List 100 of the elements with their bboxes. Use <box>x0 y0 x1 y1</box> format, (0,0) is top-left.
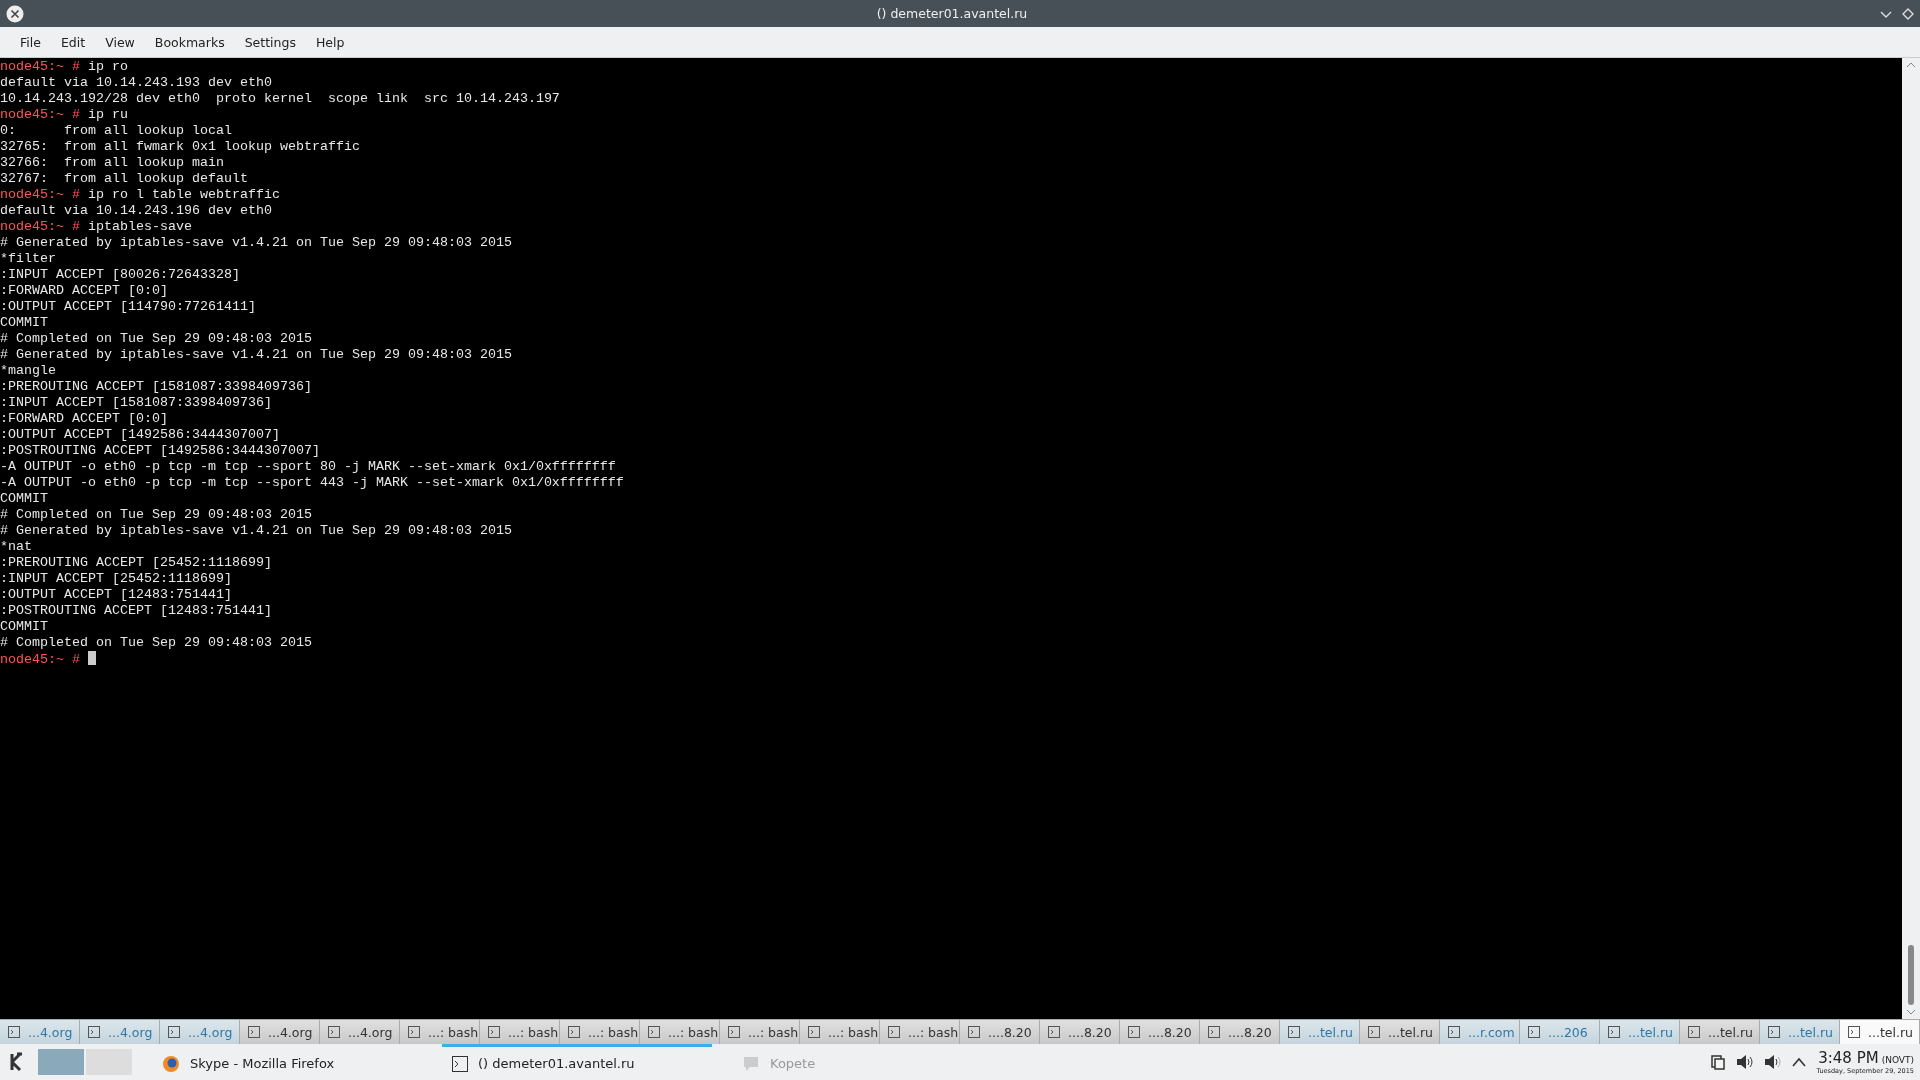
session-tab[interactable]: ...: bash <box>400 1020 480 1044</box>
scroll-down-icon[interactable] <box>1906 1009 1916 1015</box>
menu-item[interactable]: Settings <box>234 34 306 50</box>
terminal-icon <box>1128 1026 1140 1038</box>
menu-item[interactable]: View <box>95 34 145 50</box>
scrollbar[interactable] <box>1902 58 1920 1019</box>
output-line: -A OUTPUT -o eth0 -p tcp -m tcp --sport 443 -j MARK --set-xmark 0x1/0xffffffff <box>0 475 624 490</box>
session-tab[interactable]: ...: bash <box>720 1020 800 1044</box>
output-line: :OUTPUT ACCEPT [12483:751441] <box>0 587 232 602</box>
terminal-icon <box>168 1026 180 1038</box>
desktop-pager-cell[interactable] <box>38 1049 84 1075</box>
output-line: :PREROUTING ACCEPT [1581087:3398409736] <box>0 379 312 394</box>
terminal-icon <box>888 1026 900 1038</box>
terminal-icon <box>1368 1026 1380 1038</box>
terminal-icon <box>1288 1026 1300 1038</box>
speaker-icon[interactable] <box>1764 1054 1783 1070</box>
session-tab[interactable]: ...: bash <box>880 1020 960 1044</box>
terminal-icon <box>1208 1026 1220 1038</box>
session-tab[interactable]: ...tel.ru <box>1760 1020 1840 1044</box>
terminal-icon <box>648 1026 660 1038</box>
text-cursor <box>88 651 96 665</box>
session-tab[interactable]: ...: bash <box>800 1020 880 1044</box>
output-line: :INPUT ACCEPT [25452:1118699] <box>0 571 232 586</box>
shell-prompt: node45:~ # <box>0 187 80 202</box>
menu-item[interactable]: Edit <box>50 34 96 50</box>
terminal-icon <box>1448 1026 1460 1038</box>
output-line: :FORWARD ACCEPT [0:0] <box>0 283 168 298</box>
session-tab[interactable]: ...4.org <box>80 1020 160 1044</box>
clipboard-icon[interactable] <box>1710 1054 1727 1070</box>
output-line: *filter <box>0 251 56 266</box>
output-line: 0: from all lookup local <box>0 123 232 138</box>
session-tab[interactable]: ...4.org <box>0 1020 80 1044</box>
terminal-icon <box>808 1026 820 1038</box>
shell-prompt: node45:~ # <box>0 652 80 667</box>
session-tab[interactable]: ...4.org <box>320 1020 400 1044</box>
session-tab[interactable]: ...tel.ru <box>1280 1020 1360 1044</box>
session-tab[interactable]: ...r.com <box>1440 1020 1520 1044</box>
output-line: 10.14.243.192/28 dev eth0 proto kernel scope link src 10.14.243.197 <box>0 91 560 106</box>
output-line: # Generated by iptables-save v1.4.21 on Tue Sep 29 09:48:03 2015 <box>0 347 512 362</box>
session-tab[interactable]: ...4.org <box>240 1020 320 1044</box>
output-line: # Completed on Tue Sep 29 09:48:03 2015 <box>0 635 312 650</box>
speaker-icon[interactable] <box>1736 1054 1755 1070</box>
shell-prompt: node45:~ # <box>0 219 80 234</box>
session-tab[interactable]: ...tel.ru <box>1840 1020 1920 1044</box>
session-tab[interactable]: ...tel.ru <box>1360 1020 1440 1044</box>
terminal-icon <box>452 1055 468 1072</box>
output-line: :INPUT ACCEPT [1581087:3398409736] <box>0 395 272 410</box>
session-tab[interactable]: ...tel.ru <box>1680 1020 1760 1044</box>
output-line: *nat <box>0 539 32 554</box>
session-tab[interactable]: ....8.20 <box>960 1020 1040 1044</box>
output-line: default via 10.14.243.196 dev eth0 <box>0 203 272 218</box>
maximize-icon[interactable] <box>1902 7 1914 20</box>
task-button[interactable]: Skype - Mozilla Firefox <box>152 1044 422 1080</box>
menu-item[interactable]: File <box>10 34 51 50</box>
session-tab[interactable]: ....8.20 <box>1200 1020 1280 1044</box>
output-line: default via 10.14.243.193 dev eth0 <box>0 75 272 90</box>
window-title: () demeter01.avantel.ru <box>875 6 1029 21</box>
shell-prompt: node45:~ # <box>0 59 80 74</box>
output-line: :OUTPUT ACCEPT [1492586:3444307007] <box>0 427 280 442</box>
terminal-icon <box>1528 1026 1540 1038</box>
terminal-icon <box>8 1026 20 1038</box>
output-line: # Generated by iptables-save v1.4.21 on Tue Sep 29 09:48:03 2015 <box>0 523 512 538</box>
terminal-icon <box>488 1026 500 1038</box>
session-tab[interactable]: ....8.20 <box>1120 1020 1200 1044</box>
command-text: iptables-save <box>88 219 192 234</box>
output-line: :OUTPUT ACCEPT [114790:77261411] <box>0 299 256 314</box>
output-line: 32767: from all lookup default <box>0 171 248 186</box>
menu-item[interactable]: Help <box>305 34 355 50</box>
terminal-icon <box>968 1026 980 1038</box>
output-line: :FORWARD ACCEPT [0:0] <box>0 411 168 426</box>
session-tab[interactable]: ...: bash <box>640 1020 720 1044</box>
terminal-icon <box>568 1026 580 1038</box>
terminal-icon <box>1768 1026 1780 1038</box>
close-icon[interactable] <box>6 4 24 23</box>
chevron-up-icon[interactable] <box>1792 1057 1807 1067</box>
terminal-icon <box>1048 1026 1060 1038</box>
output-line: # Completed on Tue Sep 29 09:48:03 2015 <box>0 507 312 522</box>
session-tab[interactable]: ....8.20 <box>1040 1020 1120 1044</box>
time-zone: (NOVT) <box>1881 1055 1914 1065</box>
scroll-up-icon[interactable] <box>1906 62 1916 68</box>
terminal-icon <box>328 1026 340 1038</box>
output-line: *mangle <box>0 363 56 378</box>
terminal-icon <box>1688 1026 1700 1038</box>
output-line: 32766: from all lookup main <box>0 155 224 170</box>
output-line: COMMIT <box>0 491 48 506</box>
clock-time[interactable]: 3:48 PM <box>1818 1049 1879 1067</box>
session-tab[interactable]: ...: bash <box>560 1020 640 1044</box>
command-text: ip ro l table webtraffic <box>88 187 280 202</box>
output-line: COMMIT <box>0 315 48 330</box>
output-line: :POSTROUTING ACCEPT [1492586:3444307007] <box>0 443 320 458</box>
output-line: # Completed on Tue Sep 29 09:48:03 2015 <box>0 331 312 346</box>
output-line: :PREROUTING ACCEPT [25452:1118699] <box>0 555 272 570</box>
menu-item[interactable]: Bookmarks <box>144 34 235 50</box>
task-button[interactable]: () demeter01.avantel.ru <box>442 1044 712 1080</box>
session-tab[interactable]: ...4.org <box>160 1020 240 1044</box>
chat-bubble-icon <box>742 1054 760 1073</box>
session-tab[interactable]: ...tel.ru <box>1600 1020 1680 1044</box>
output-line: 32765: from all fwmark 0x1 lookup webtraffic <box>0 139 360 154</box>
session-tab[interactable]: ...: bash <box>480 1020 560 1044</box>
session-tab[interactable]: ....206 <box>1520 1020 1600 1044</box>
